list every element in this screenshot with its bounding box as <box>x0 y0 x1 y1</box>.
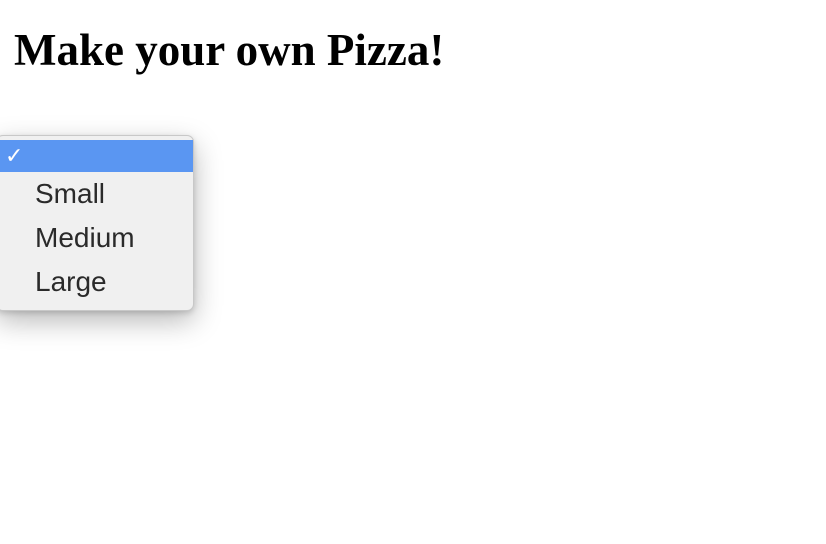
size-option-label: Large <box>35 266 107 298</box>
checkmark-icon: ✓ <box>5 145 23 167</box>
size-option-blank[interactable]: ✓ <box>0 140 193 172</box>
size-option-small[interactable]: Small <box>0 172 193 216</box>
page-title: Make your own Pizza! <box>0 0 826 76</box>
size-option-large[interactable]: Large <box>0 260 193 304</box>
size-option-label: Medium <box>35 222 135 254</box>
size-option-label: Small <box>35 178 105 210</box>
size-option-medium[interactable]: Medium <box>0 216 193 260</box>
size-dropdown[interactable]: ✓ Small Medium Large <box>0 135 194 311</box>
